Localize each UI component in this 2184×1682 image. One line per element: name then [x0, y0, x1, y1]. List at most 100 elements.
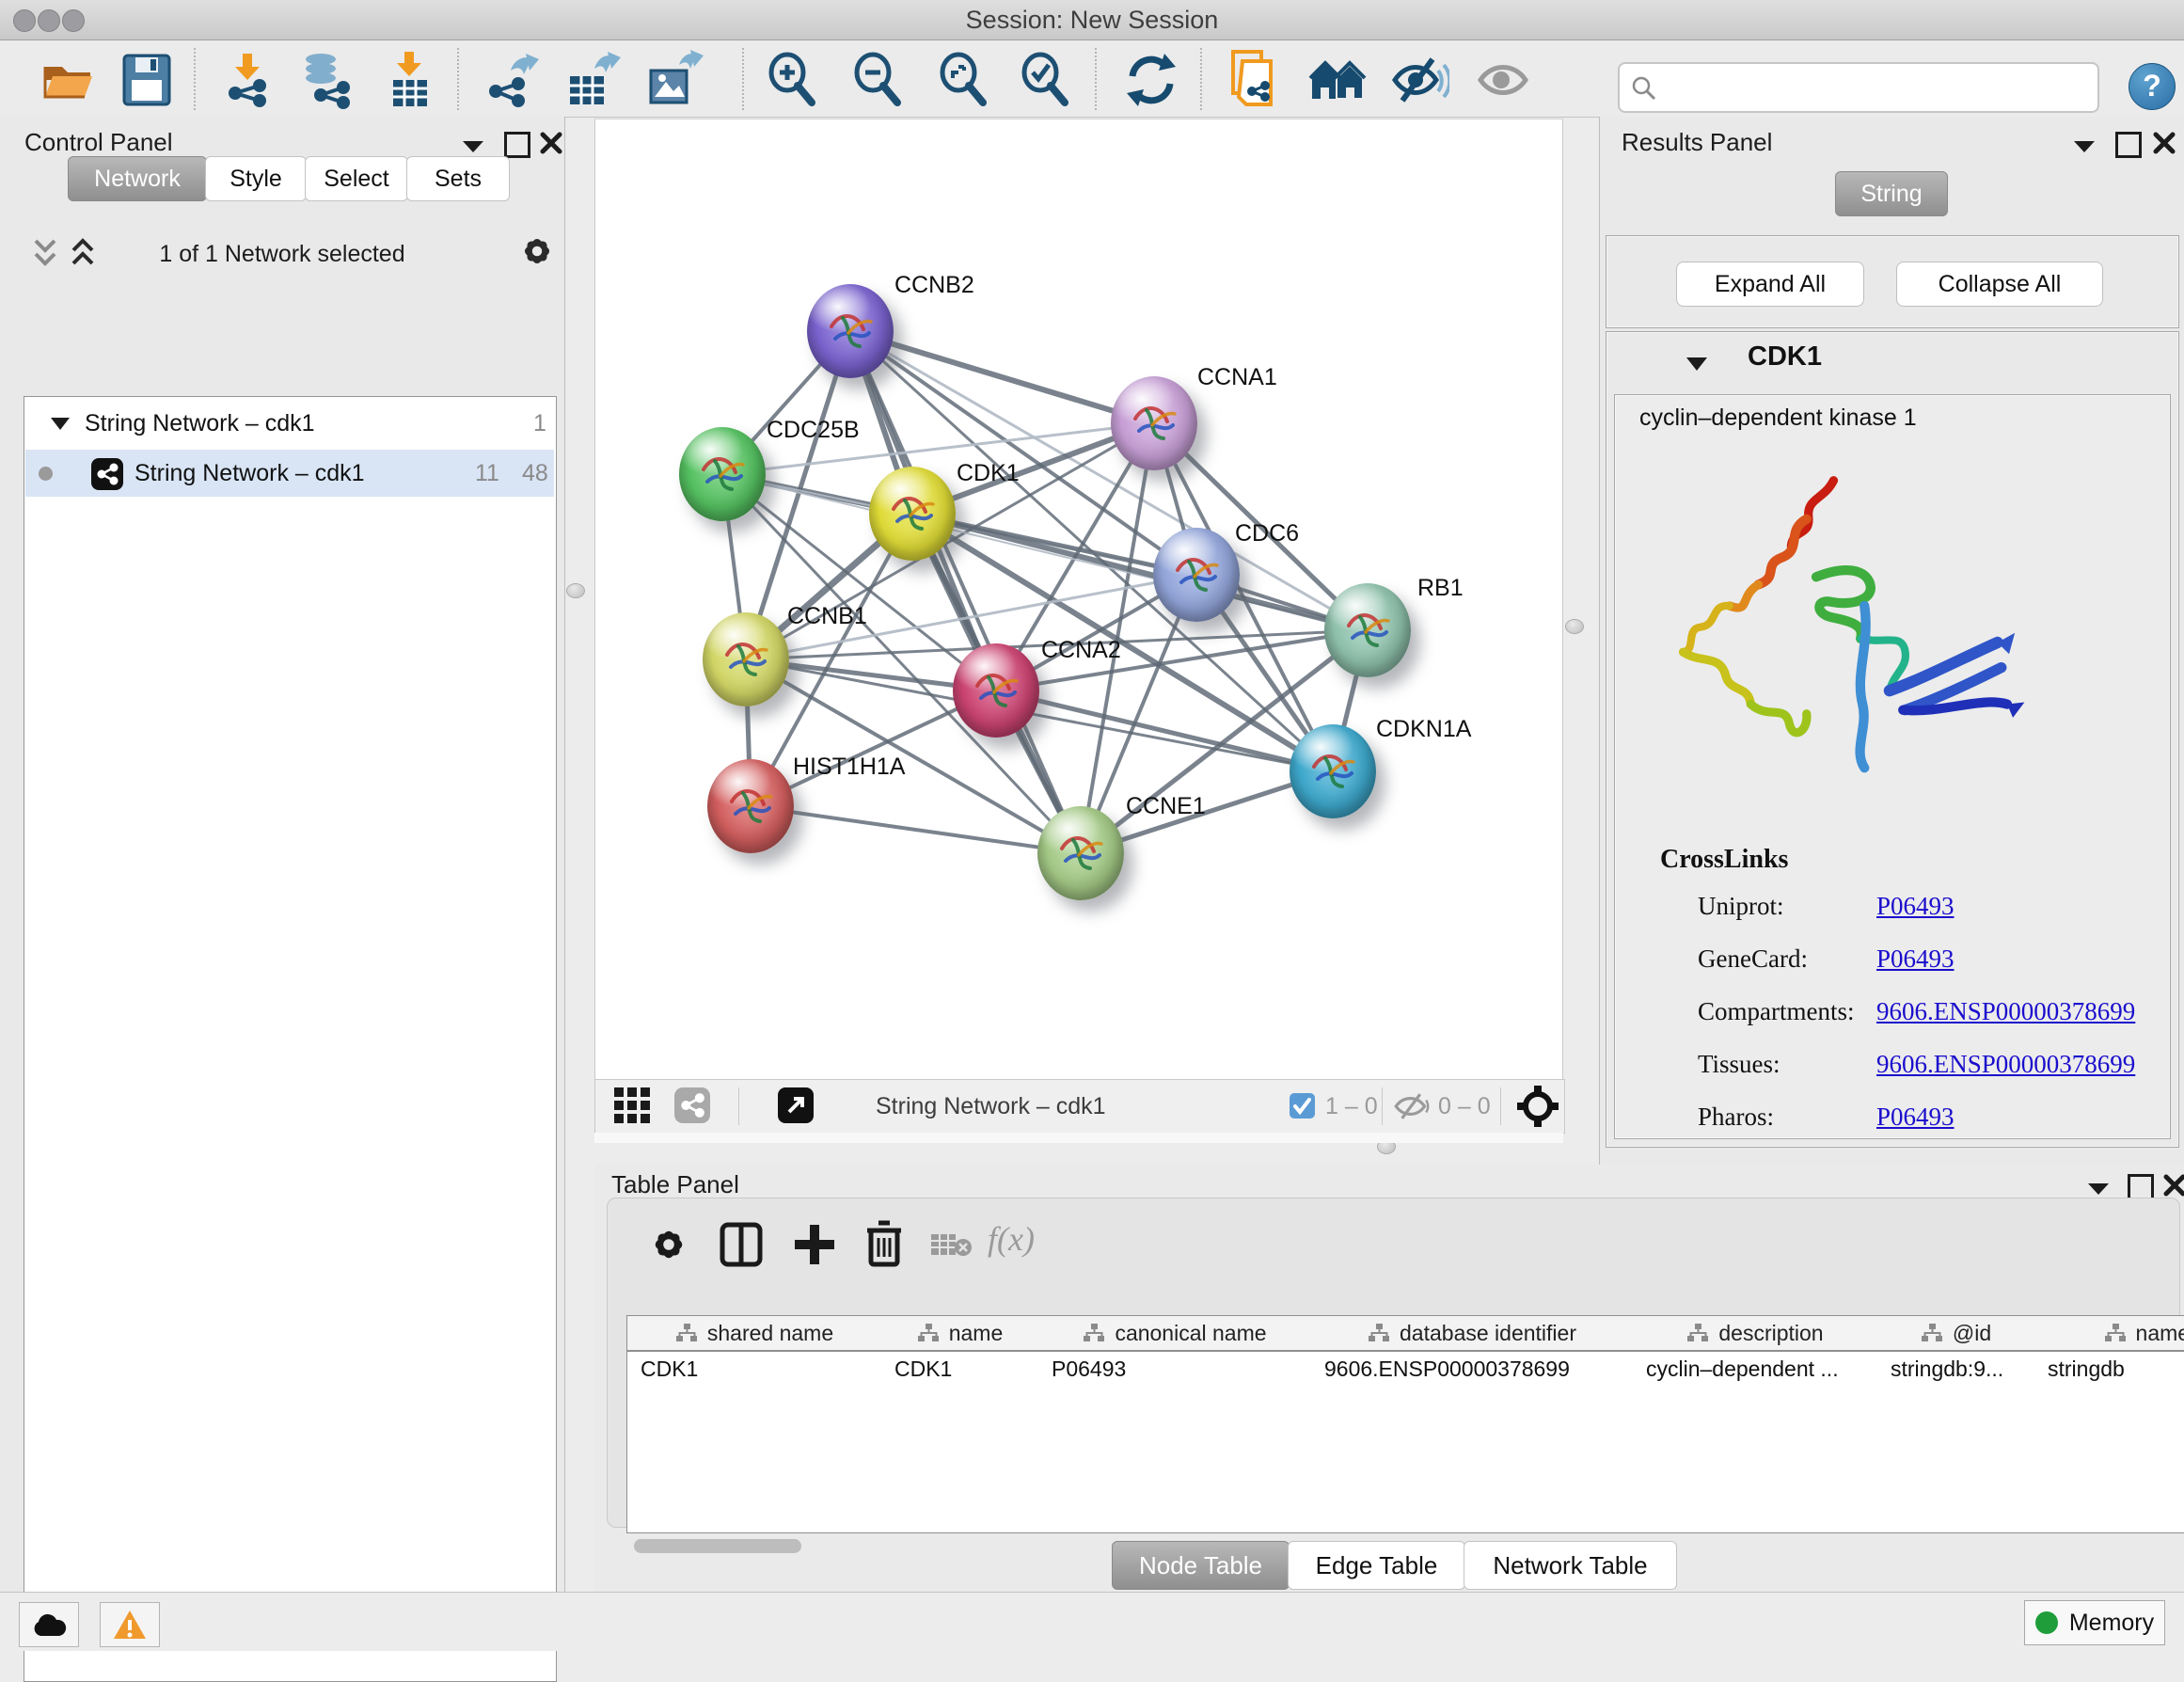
- crosslink-link[interactable]: P06493: [1876, 892, 1955, 921]
- open-session-icon[interactable]: [38, 50, 98, 110]
- network-grid-view-icon[interactable]: [614, 1087, 654, 1125]
- function-builder-icon[interactable]: f(x): [988, 1219, 1035, 1259]
- node-CDC6[interactable]: [1153, 528, 1240, 622]
- tab-sets[interactable]: Sets: [406, 156, 510, 201]
- collapse-panel-icon[interactable]: [2072, 139, 2097, 154]
- import-network-from-file-icon[interactable]: [218, 50, 278, 110]
- tab-string[interactable]: String: [1835, 171, 1948, 216]
- node-CDKN1A[interactable]: [1290, 724, 1376, 818]
- tab-network[interactable]: Network: [68, 156, 207, 201]
- selected-count: 1 – 0: [1325, 1093, 1378, 1120]
- column-header-database-identifier[interactable]: database identifier: [1311, 1316, 1634, 1352]
- edge-CCNB2-CCNA1[interactable]: [850, 331, 1154, 423]
- import-table-from-file-icon[interactable]: [380, 50, 440, 110]
- refresh-view-icon[interactable]: [1121, 50, 1181, 110]
- crosslink-link[interactable]: P06493: [1876, 1103, 1955, 1132]
- export-table-icon[interactable]: [562, 50, 623, 110]
- close-panel-icon[interactable]: [540, 132, 562, 154]
- table-cell[interactable]: stringdb:9...: [1877, 1352, 2034, 1386]
- table-cell[interactable]: CDK1: [881, 1352, 1038, 1386]
- node-CCNB2[interactable]: [807, 284, 894, 378]
- network-collection-row[interactable]: String Network – cdk1 1: [25, 400, 554, 447]
- table-cell[interactable]: CDK1: [627, 1352, 881, 1386]
- table-cell[interactable]: P06493: [1038, 1352, 1311, 1386]
- search-input[interactable]: [1663, 68, 2090, 105]
- cloud-status-button[interactable]: [19, 1602, 79, 1647]
- node-table[interactable]: shared namenamecanonical namedatabase id…: [626, 1315, 2184, 1533]
- float-panel-icon[interactable]: [2115, 132, 2142, 158]
- results-actions-box: Expand All Collapse All: [1606, 235, 2179, 328]
- network-row[interactable]: String Network – cdk1 11 48: [25, 450, 554, 497]
- export-network-icon[interactable]: [483, 50, 543, 110]
- import-network-from-database-icon[interactable]: [296, 50, 356, 110]
- tab-select[interactable]: Select: [305, 156, 408, 201]
- table-settings-gear-icon[interactable]: [647, 1223, 690, 1266]
- horizontal-splitter[interactable]: [594, 1133, 1563, 1143]
- gene-section-expander-icon[interactable]: [1685, 357, 1708, 372]
- left-splitter-handle[interactable]: [566, 583, 585, 598]
- show-all-icon[interactable]: [1473, 50, 1533, 110]
- close-panel-icon[interactable]: [2163, 1174, 2184, 1197]
- export-image-icon[interactable]: [643, 50, 704, 110]
- float-panel-icon[interactable]: [504, 132, 530, 158]
- node-RB1[interactable]: [1324, 583, 1411, 677]
- first-neighbors-icon[interactable]: [1308, 50, 1369, 110]
- column-header-namespace[interactable]: namespace: [2034, 1316, 2184, 1352]
- delete-column-icon[interactable]: [863, 1219, 905, 1268]
- selected-items-checkbox[interactable]: [1290, 1093, 1315, 1119]
- new-network-from-selection-icon[interactable]: [1226, 50, 1286, 110]
- network-options-gear-icon[interactable]: [517, 231, 557, 271]
- collapse-all-button[interactable]: Collapse All: [1896, 262, 2103, 307]
- node-HIST1H1A[interactable]: [707, 759, 794, 853]
- edge-CDK1-RB1[interactable]: [912, 514, 1368, 630]
- table-cell[interactable]: cyclin–dependent ...: [1633, 1352, 1877, 1386]
- network-canvas[interactable]: CCNB2CCNA1CDC25BCDK1CDC6RB1CCNB1CCNA2CDK…: [594, 119, 1563, 1080]
- table-cell[interactable]: stringdb: [2034, 1352, 2184, 1386]
- column-header-canonical-name[interactable]: canonical name: [1038, 1316, 1312, 1352]
- right-splitter-handle[interactable]: [1565, 619, 1584, 634]
- collapse-panel-icon[interactable]: [2086, 1182, 2111, 1197]
- zoom-in-icon[interactable]: [763, 50, 823, 110]
- memory-button[interactable]: Memory: [2024, 1600, 2165, 1645]
- collapse-panel-icon[interactable]: [461, 139, 485, 154]
- crosslink-link[interactable]: 9606.ENSP00000378699: [1876, 997, 2135, 1026]
- delete-table-icon[interactable]: [929, 1230, 973, 1259]
- edge-HIST1H1A-CCNE1[interactable]: [751, 806, 1081, 853]
- node-CCNA2[interactable]: [953, 643, 1039, 738]
- export-view-icon[interactable]: [778, 1087, 814, 1123]
- crosslink-link[interactable]: 9606.ENSP00000378699: [1876, 1050, 2135, 1079]
- column-header-shared-name[interactable]: shared name: [627, 1316, 882, 1352]
- warnings-button[interactable]: [100, 1602, 160, 1647]
- show-columns-icon[interactable]: [719, 1221, 764, 1268]
- tab-edge-table[interactable]: Edge Table: [1288, 1541, 1465, 1590]
- zoom-out-icon[interactable]: [848, 50, 909, 110]
- crosslink-link[interactable]: P06493: [1876, 944, 1955, 974]
- node-CCNE1[interactable]: [1037, 806, 1124, 900]
- tree-expander-icon[interactable]: [50, 417, 71, 431]
- float-panel-icon[interactable]: [2128, 1174, 2154, 1200]
- fit-selected-crosshair-icon[interactable]: [1517, 1086, 1559, 1127]
- hide-selected-icon[interactable]: [1389, 50, 1449, 110]
- add-column-icon[interactable]: [792, 1221, 837, 1268]
- horizontal-scrollbar-thumb[interactable]: [634, 1539, 801, 1553]
- zoom-fit-content-icon[interactable]: [934, 50, 994, 110]
- save-session-icon[interactable]: [117, 50, 177, 110]
- node-CCNA1[interactable]: [1111, 376, 1197, 470]
- network-birdseye-toggle-icon[interactable]: [674, 1087, 710, 1123]
- node-CDK1[interactable]: [869, 467, 956, 561]
- expand-all-button[interactable]: Expand All: [1676, 262, 1864, 307]
- zoom-selected-icon[interactable]: [1016, 50, 1076, 110]
- help-icon[interactable]: ?: [2129, 63, 2176, 110]
- tab-style[interactable]: Style: [205, 156, 307, 201]
- node-CCNB1[interactable]: [703, 612, 789, 706]
- hidden-count: 0 – 0: [1438, 1093, 1491, 1120]
- tab-node-table[interactable]: Node Table: [1112, 1541, 1290, 1590]
- table-cell[interactable]: 9606.ENSP00000378699: [1311, 1352, 1633, 1386]
- tab-network-table[interactable]: Network Table: [1464, 1541, 1677, 1590]
- node-label-HIST1H1A: HIST1H1A: [793, 754, 905, 781]
- column-header-description[interactable]: description: [1633, 1316, 1878, 1352]
- node-CDC25B[interactable]: [679, 427, 766, 521]
- column-header-@id[interactable]: @id: [1877, 1316, 2035, 1352]
- column-header-name[interactable]: name: [881, 1316, 1039, 1352]
- close-panel-icon[interactable]: [2153, 132, 2176, 154]
